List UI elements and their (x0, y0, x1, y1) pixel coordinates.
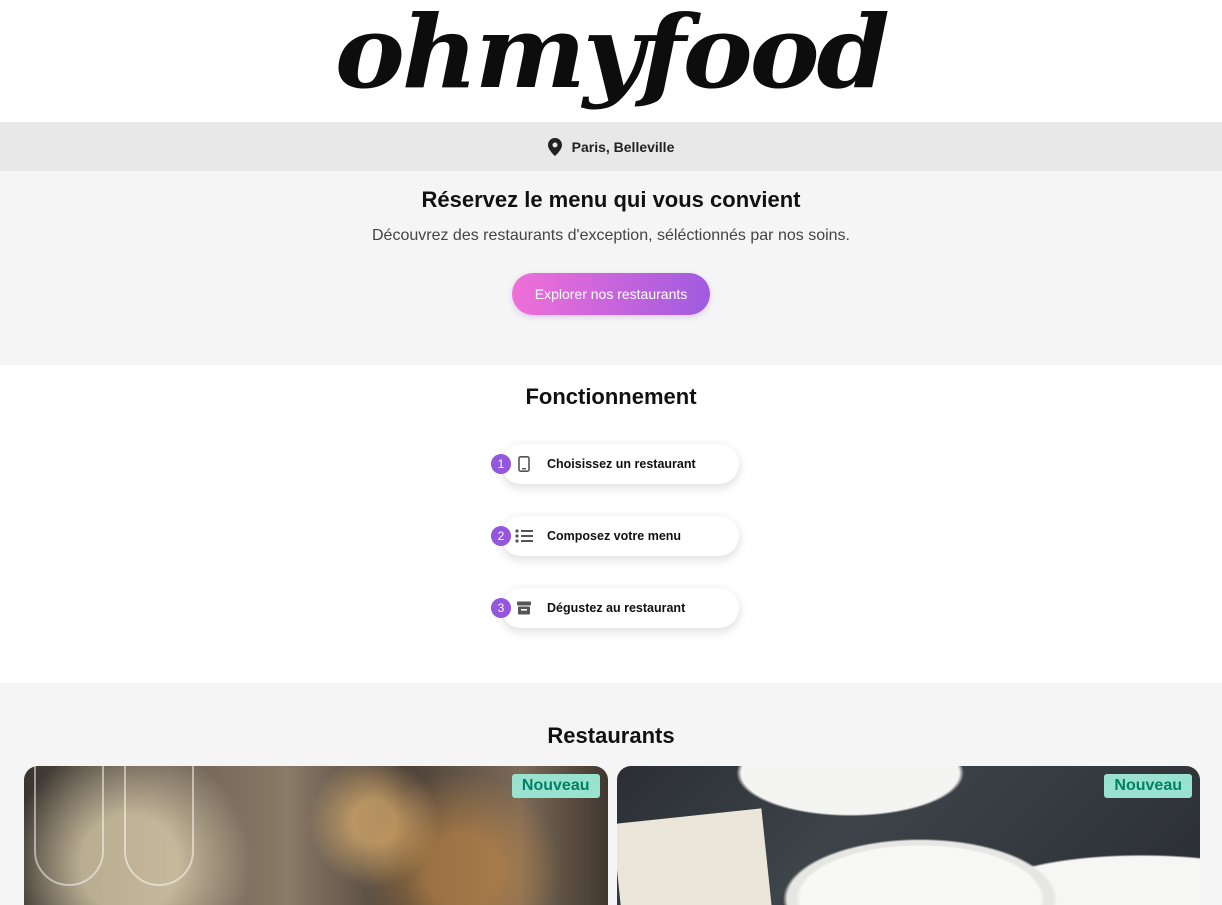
step-number: 2 (491, 526, 511, 546)
step-pill: Composez votre menu (501, 516, 739, 556)
map-pin-icon (547, 137, 562, 156)
mobile-phone-icon (515, 455, 533, 473)
step-3[interactable]: 3 Dégustez au restaurant (491, 588, 739, 628)
menu-paper-image-detail (616, 808, 772, 905)
restaurants-title: Restaurants (547, 723, 675, 748)
location-text: Paris, Belleville (571, 138, 675, 155)
how-title: Fonctionnement (525, 384, 697, 409)
restaurants-section: Restaurants Nouveau Nouveau (0, 683, 1222, 905)
explore-restaurants-button[interactable]: Explorer nos restaurants (512, 273, 710, 315)
step-1[interactable]: 1 Choisissez un restaurant (491, 444, 739, 484)
glass-image-detail (124, 766, 194, 886)
how-it-works-section: Fonctionnement 1 Choisissez un restauran… (0, 365, 1222, 683)
step-pill: Choisissez un restaurant (501, 444, 739, 484)
hero-title: Réservez le menu qui vous convient (421, 187, 801, 212)
step-label: Dégustez au restaurant (547, 601, 686, 615)
step-number: 1 (491, 454, 511, 474)
glass-image-detail (34, 766, 104, 886)
step-number: 3 (491, 598, 511, 618)
hero-subtitle: Découvrez des restaurants d'exception, s… (372, 227, 850, 244)
hero-section: Réservez le menu qui vous convient Décou… (0, 171, 1222, 365)
step-pill: Dégustez au restaurant (501, 588, 739, 628)
location-bar: Paris, Belleville (0, 122, 1222, 171)
ohmyfood-logo[interactable]: ohmyfood (335, 2, 890, 102)
restaurant-card[interactable]: Nouveau (24, 766, 608, 905)
restaurant-cards: Nouveau Nouveau (0, 766, 1222, 905)
new-badge: Nouveau (1104, 774, 1192, 798)
site-header: ohmyfood (0, 0, 1222, 122)
step-label: Choisissez un restaurant (547, 457, 696, 471)
step-label: Composez votre menu (547, 529, 682, 543)
restaurant-card[interactable]: Nouveau (616, 766, 1200, 905)
step-2[interactable]: 2 Composez votre menu (491, 516, 739, 556)
steps-list: 1 Choisissez un restaurant 2 Composez vo… (0, 444, 1222, 628)
store-icon (515, 599, 533, 617)
list-icon (515, 527, 533, 545)
new-badge: Nouveau (511, 774, 600, 798)
